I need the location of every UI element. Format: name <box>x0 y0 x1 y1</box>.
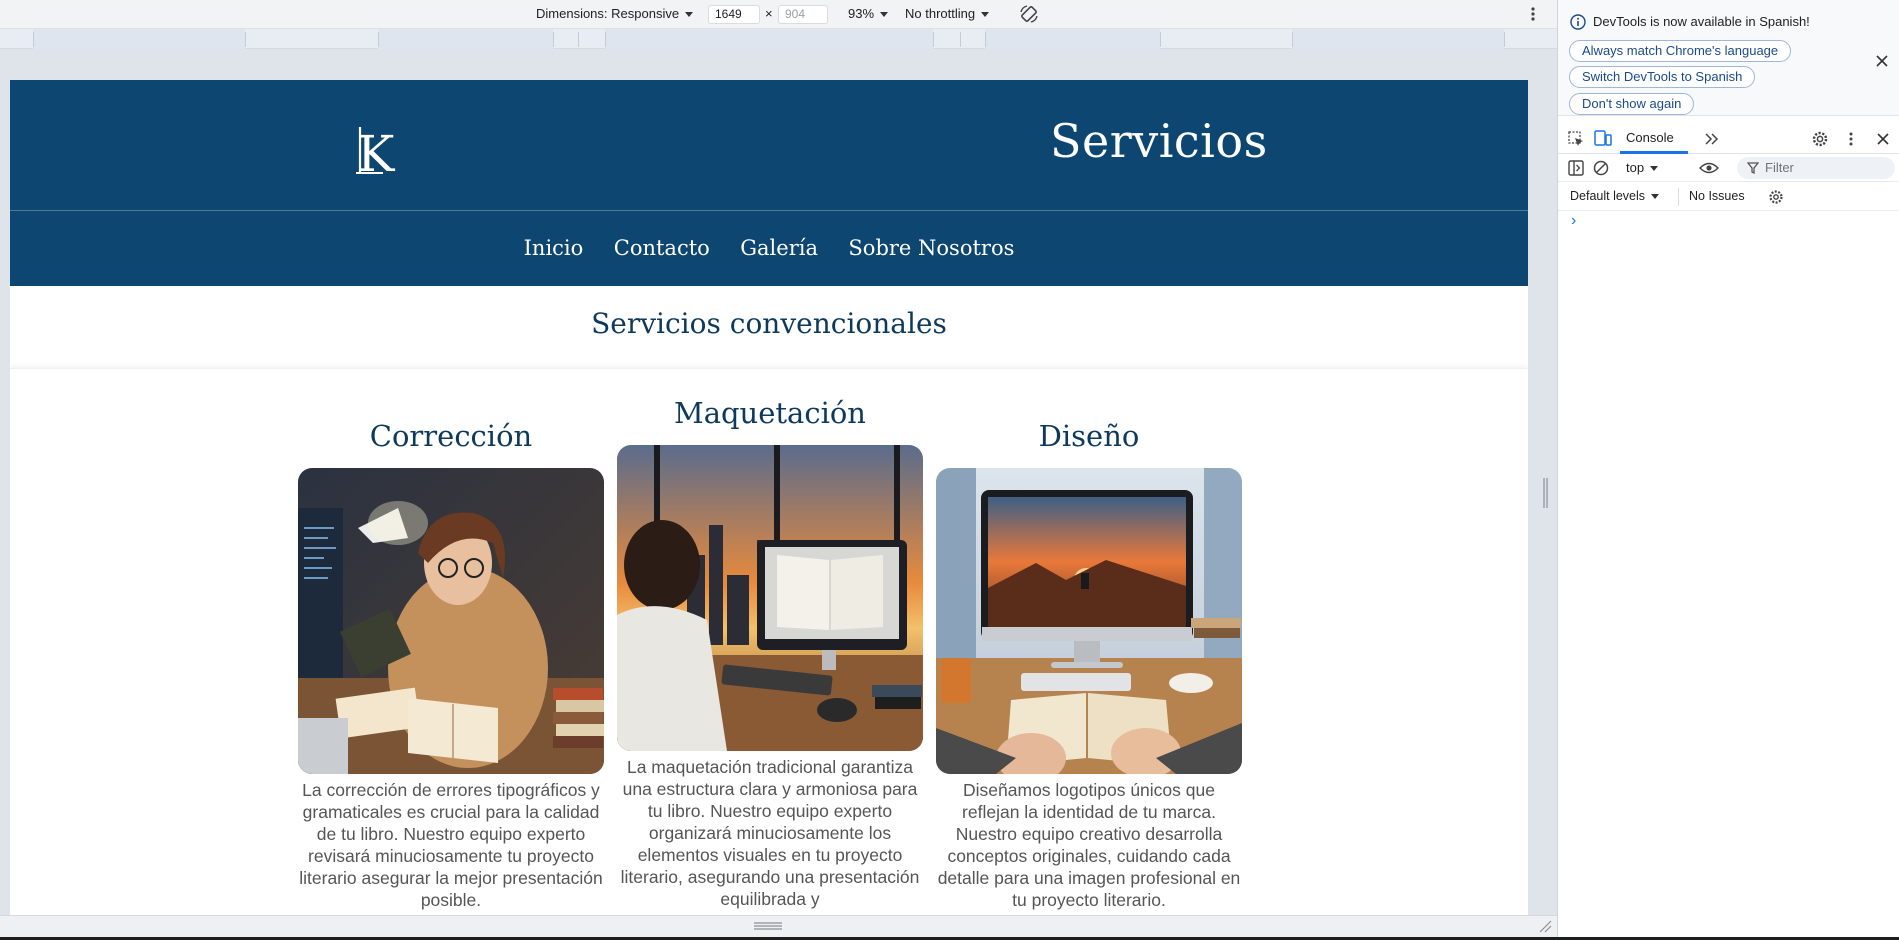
device-toolbar: Dimensions: Responsive 1649 × 904 93% No… <box>0 0 1557 28</box>
log-levels-dropdown[interactable]: Default levels <box>1570 189 1660 203</box>
zoom-dropdown[interactable]: 93% <box>848 0 889 28</box>
language-infobar: DevTools is now available in Spanish! Al… <box>1558 0 1899 116</box>
ruler-tick <box>605 32 606 47</box>
device-toolbar-icon[interactable] <box>1594 130 1612 147</box>
resize-handle-icon[interactable] <box>754 922 782 930</box>
service-card-correccion: Corrección La corrección de errores tipo… <box>298 416 604 911</box>
card-text: La corrección de errores tipográficos y … <box>299 780 603 910</box>
ruler-tick <box>33 32 34 47</box>
issues-counter[interactable]: No Issues <box>1689 189 1745 203</box>
height-input[interactable]: 904 <box>778 5 828 24</box>
ruler-tick <box>1160 32 1161 47</box>
site-header: K Servicios <box>10 80 1528 210</box>
side-resize-icon[interactable] <box>1542 478 1550 508</box>
devtools-panel: DevTools is now available in Spanish! Al… <box>1557 0 1899 940</box>
console-prompt[interactable]: › <box>1571 212 1576 230</box>
ruler-segment[interactable] <box>985 29 1160 49</box>
filter-input[interactable]: Filter <box>1737 157 1895 179</box>
card-title: Corrección <box>369 419 533 453</box>
devtools-menu-icon[interactable] <box>1848 131 1854 147</box>
ruler-tick <box>1504 32 1505 47</box>
ruler-tick <box>553 32 554 47</box>
media-query-ruler <box>0 28 1557 49</box>
info-icon <box>1570 14 1586 30</box>
rotate-icon[interactable] <box>1018 3 1040 25</box>
main-nav: Inicio Contacto Galería Sobre Nosotros <box>10 210 1528 286</box>
divider <box>1678 188 1679 206</box>
more-tabs-icon[interactable] <box>1705 133 1719 145</box>
ruler-segment[interactable] <box>378 29 553 49</box>
dimension-separator: × <box>765 6 773 21</box>
dimensions-label: Dimensions: Responsive <box>536 6 680 21</box>
card-text: La maquetación tradicional garantiza una… <box>620 757 920 909</box>
console-levels-bar: Default levels No Issues <box>1558 184 1899 211</box>
chevron-down-icon <box>1650 166 1659 172</box>
service-card-maquetacion: Maquetación La maquetación tradicional g… <box>617 393 923 910</box>
nav-link-contacto[interactable]: Contacto <box>614 211 710 285</box>
emulated-viewport: K Servicios Inicio Contacto Galería Sobr… <box>10 80 1528 915</box>
close-devtools-icon[interactable] <box>1877 133 1889 145</box>
ruler-segment[interactable] <box>605 29 933 49</box>
switch-to-spanish-button[interactable]: Switch DevTools to Spanish <box>1569 66 1756 88</box>
card-text: Diseñamos logotipos únicos que reflejan … <box>937 780 1241 910</box>
ruler-tick <box>578 32 579 47</box>
dont-show-again-button[interactable]: Don't show again <box>1569 93 1695 115</box>
banner-text: DevTools is now available in Spanish! <box>1593 14 1810 29</box>
service-card-diseno: Diseño Diseñamos logotipos únicos que re… <box>936 416 1242 911</box>
ruler-tick <box>960 32 961 47</box>
ruler-segment[interactable] <box>33 29 245 49</box>
chevron-down-icon <box>1651 194 1660 200</box>
chevron-down-icon <box>685 12 694 18</box>
chevron-down-icon <box>880 12 889 18</box>
logo-letter: K <box>357 125 396 175</box>
close-icon[interactable] <box>1876 55 1888 67</box>
dimensions-dropdown[interactable]: Dimensions: Responsive <box>536 0 694 28</box>
console-settings-icon[interactable] <box>1768 189 1784 205</box>
nav-link-sobre-nosotros[interactable]: Sobre Nosotros <box>848 211 1014 285</box>
zoom-value: 93% <box>848 6 875 21</box>
services-panel: Corrección La corrección de errores tipo… <box>10 368 1528 915</box>
throttling-dropdown[interactable]: No throttling <box>905 0 990 28</box>
site-logo[interactable]: K <box>355 125 405 175</box>
corner-resize-icon[interactable] <box>1538 919 1552 933</box>
ruler-tick <box>1292 32 1293 47</box>
filter-placeholder: Filter <box>1765 160 1794 175</box>
devtools-tabbar: Console <box>1558 124 1899 154</box>
card-title: Maquetación <box>674 396 866 430</box>
throttling-value: No throttling <box>905 6 976 21</box>
context-selector[interactable]: top <box>1620 158 1664 178</box>
card-image <box>298 468 604 774</box>
viewport-resize-bar[interactable] <box>0 915 1557 937</box>
sidebar-toggle-icon[interactable] <box>1568 160 1584 176</box>
ruler-tick <box>933 32 934 47</box>
tab-console[interactable]: Console <box>1626 130 1674 145</box>
filter-icon <box>1747 162 1759 174</box>
ruler-tick <box>985 32 986 47</box>
width-input[interactable]: 1649 <box>708 5 760 24</box>
card-title: Diseño <box>1038 419 1140 453</box>
page-title: Servicios <box>1050 114 1268 168</box>
ruler-tick <box>245 32 246 47</box>
more-options-icon[interactable] <box>1528 5 1538 23</box>
clear-console-icon[interactable] <box>1593 160 1609 176</box>
chevron-down-icon <box>981 12 990 18</box>
nav-link-inicio[interactable]: Inicio <box>524 211 584 285</box>
levels-value: Default levels <box>1570 189 1646 203</box>
always-match-language-button[interactable]: Always match Chrome's language <box>1569 40 1792 62</box>
card-image <box>936 468 1242 774</box>
card-image <box>617 445 923 751</box>
live-expression-eye-icon[interactable] <box>1699 162 1719 174</box>
context-value: top <box>1626 160 1645 175</box>
ruler-segment[interactable] <box>1292 29 1504 49</box>
settings-gear-icon[interactable] <box>1811 130 1829 148</box>
section-title: Servicios convencionales <box>591 307 947 340</box>
nav-link-galeria[interactable]: Galería <box>740 211 818 285</box>
console-toolbar: top Filter <box>1558 154 1899 182</box>
inspect-element-icon[interactable] <box>1568 131 1584 147</box>
ruler-tick <box>378 32 379 47</box>
